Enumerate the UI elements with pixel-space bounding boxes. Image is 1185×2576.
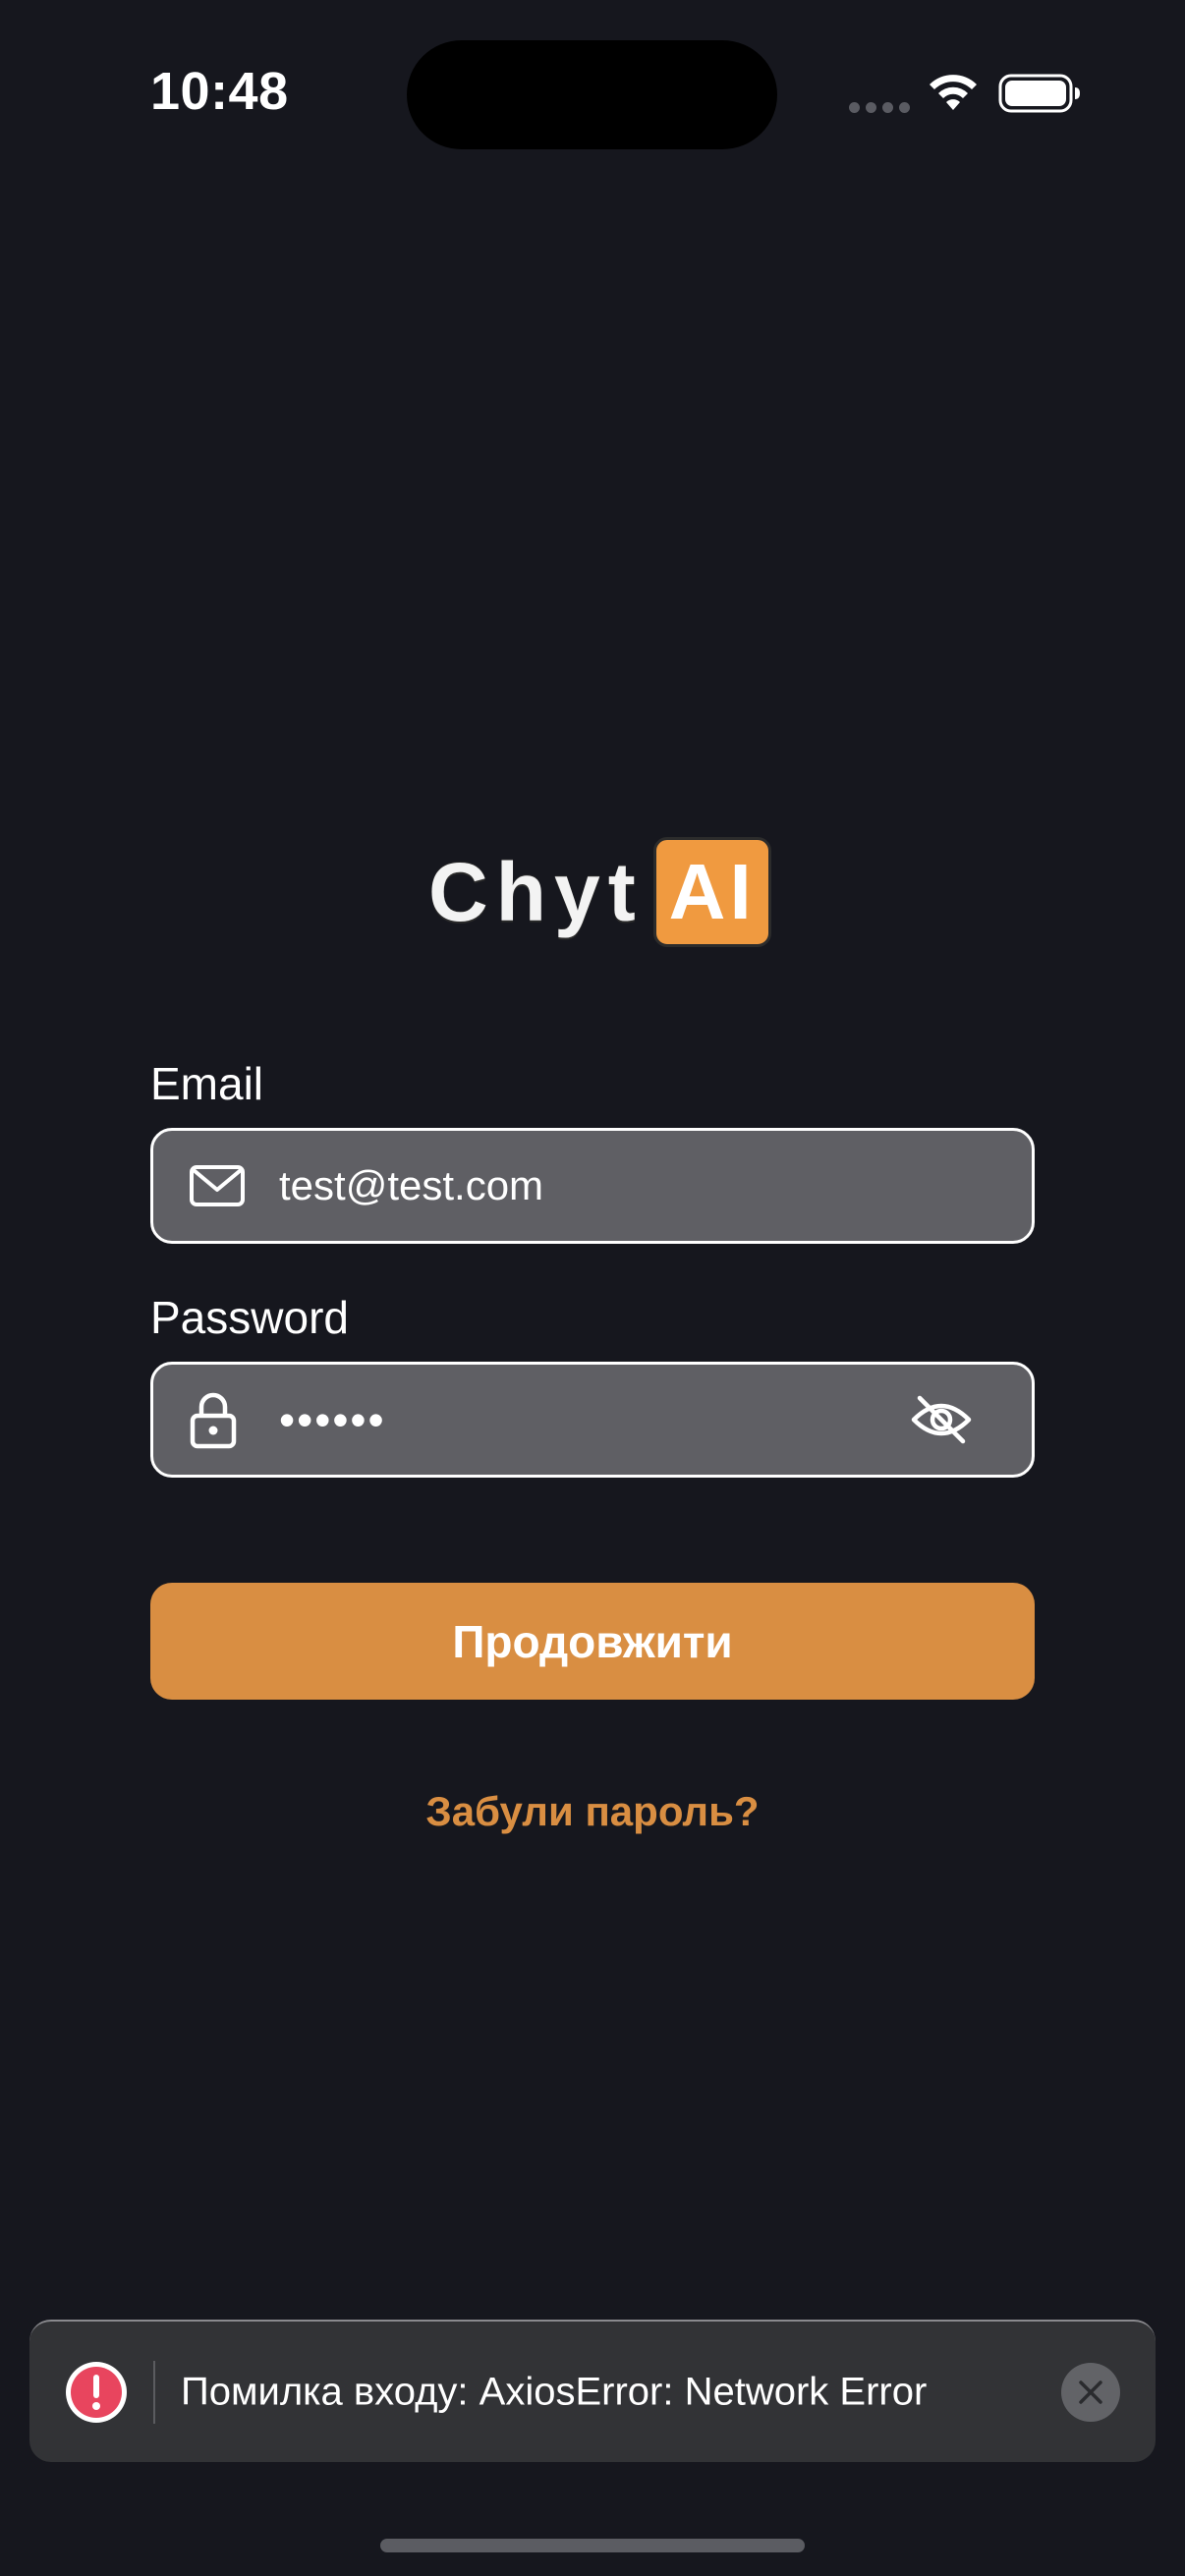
email-value: test@test.com	[279, 1162, 544, 1208]
close-x-icon	[1079, 2380, 1102, 2404]
battery-icon	[998, 74, 1080, 113]
error-toast: Помилка входу: AxiosError: Network Error	[29, 2320, 1156, 2462]
logo-text: Chyt	[428, 845, 644, 938]
alert-icon	[66, 2362, 127, 2423]
wifi-icon	[930, 75, 977, 110]
app-logo: Chyt AI	[428, 835, 771, 949]
status-time: 10:48	[150, 62, 289, 121]
password-field[interactable]: ••••••	[150, 1362, 1035, 1478]
eye-off-icon[interactable]	[910, 1394, 973, 1445]
email-field[interactable]: test@test.com	[150, 1128, 1035, 1244]
toast-message: Помилка входу: AxiosError: Network Error	[181, 2370, 928, 2413]
password-value: ••••••	[279, 1394, 386, 1445]
continue-button[interactable]: Продовжити	[150, 1583, 1035, 1700]
toast-divider	[153, 2361, 155, 2424]
signal-dots-icon	[849, 102, 910, 113]
password-label: Password	[150, 1292, 349, 1343]
dynamic-island	[407, 40, 777, 149]
lock-icon	[190, 1392, 237, 1449]
logo-badge: AI	[652, 837, 771, 947]
status-bar: 10:48	[0, 0, 1185, 187]
close-icon[interactable]	[1061, 2363, 1120, 2422]
mail-icon	[190, 1165, 245, 1206]
home-indicator[interactable]	[380, 2539, 805, 2552]
forgot-password-link[interactable]: Забули пароль?	[0, 1788, 1185, 1835]
email-label: Email	[150, 1058, 264, 1109]
